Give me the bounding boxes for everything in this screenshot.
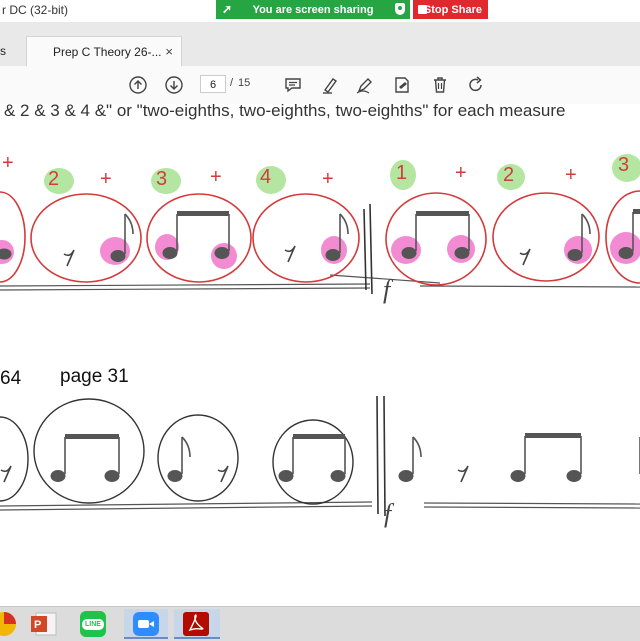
highlight-pen-icon[interactable]: [320, 75, 340, 95]
line-app-label: LINE: [82, 618, 104, 630]
barline-bottom: [376, 395, 386, 517]
notes-bottom: [50, 433, 640, 482]
taskbar-acrobat[interactable]: [174, 609, 220, 639]
previous-page-icon[interactable]: [128, 75, 148, 95]
acrobat-icon: [183, 612, 209, 636]
screen-share-bar: ➚ You are screen sharing Stop Share: [216, 0, 488, 19]
zoom-icon: [133, 612, 159, 636]
page-label: page 31: [60, 366, 129, 387]
barline-top: [363, 203, 373, 295]
screen-share-status-label: You are screen sharing: [252, 3, 374, 16]
beat-circles-top: [0, 190, 640, 286]
page-number-input[interactable]: 6: [200, 75, 226, 93]
music-staff: f f: [0, 190, 640, 528]
stop-icon: [418, 5, 427, 14]
stop-share-button[interactable]: Stop Share: [413, 0, 488, 19]
eighth-rests-bottom: [0, 465, 469, 483]
taskbar-powerpoint[interactable]: P: [26, 609, 64, 639]
tab-home-label: s: [0, 44, 6, 58]
page-separator: /: [230, 77, 234, 89]
pdf-toolbar: 6 / 15: [0, 66, 640, 105]
chrome-icon: [0, 612, 16, 636]
tab-document[interactable]: Prep C Theory 26-... ×: [26, 36, 182, 66]
taskbar-zoom[interactable]: [124, 609, 168, 639]
line-app-icon: LINE: [80, 611, 106, 637]
tab-strip: s Prep C Theory 26-... ×: [0, 22, 640, 66]
stop-share-label: Stop Share: [423, 3, 482, 16]
page-total: 15: [238, 77, 251, 89]
share-status-icon: ➚: [222, 2, 233, 16]
tab-home[interactable]: s: [0, 36, 26, 66]
next-page-icon[interactable]: [164, 75, 184, 95]
taskbar-line[interactable]: LINE: [76, 609, 116, 639]
delete-icon[interactable]: [430, 75, 450, 95]
shield-icon: [395, 3, 405, 15]
page-number-left: 64: [0, 368, 22, 389]
dynamic-f-bottom: f: [384, 499, 395, 528]
close-tab-icon[interactable]: ×: [165, 44, 173, 59]
svg-text:P: P: [34, 619, 41, 631]
window-title: r DC (32-bit): [2, 3, 69, 17]
powerpoint-icon: P: [31, 612, 57, 636]
taskbar: P LINE: [0, 606, 640, 641]
rotate-icon[interactable]: [466, 75, 486, 95]
document-page[interactable]: & 2 & 3 & 4 &" or "two-eighths, two-eigh…: [0, 104, 640, 606]
notes-top: [0, 209, 640, 262]
comment-icon[interactable]: [283, 75, 303, 95]
beat-circles-bottom: [0, 398, 354, 505]
screen-share-status[interactable]: ➚ You are screen sharing: [216, 0, 410, 19]
draw-icon[interactable]: [355, 75, 375, 95]
tab-document-label: Prep C Theory 26-...: [53, 44, 162, 59]
fill-sign-icon[interactable]: [392, 75, 412, 95]
note-highlights: [0, 232, 640, 269]
staff-lines-top: [0, 274, 640, 291]
